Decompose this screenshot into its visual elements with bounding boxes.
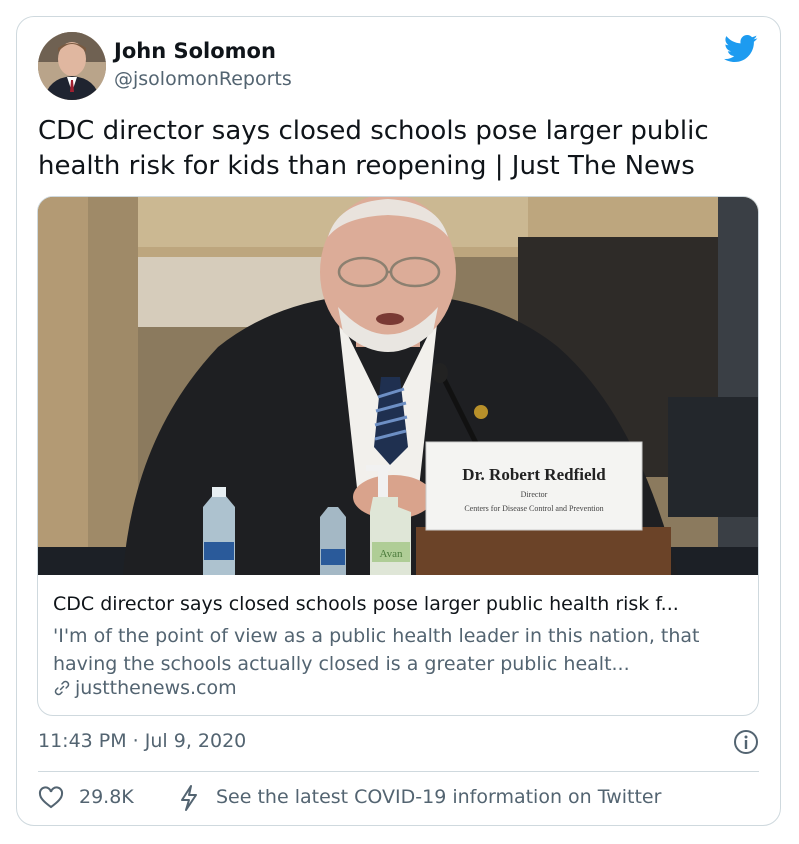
heart-icon[interactable] (38, 786, 64, 810)
link-description: 'I'm of the point of view as a public he… (53, 625, 700, 675)
tweet-text: CDC director says closed schools pose la… (38, 116, 709, 181)
link-title[interactable]: CDC director says closed schools pose la… (53, 593, 679, 615)
link-domain[interactable]: justthenews.com (53, 677, 237, 699)
nameplate-title: Director (521, 490, 548, 499)
author-avatar[interactable] (38, 32, 106, 100)
link-icon (54, 680, 70, 696)
nameplate-org: Centers for Disease Control and Preventi… (464, 504, 603, 513)
bottle-label: Avan (379, 548, 403, 560)
link-preview-card[interactable]: Dr. Robert Redfield Director Centers for… (37, 196, 759, 716)
article-image[interactable]: Dr. Robert Redfield Director Centers for… (38, 197, 759, 575)
like-count[interactable]: 29.8K (79, 786, 134, 808)
divider (38, 771, 759, 772)
tweet-timestamp[interactable]: 11:43 PM · Jul 9, 2020 (38, 730, 246, 752)
author-handle[interactable]: @jsolomonReports (114, 68, 292, 90)
info-icon[interactable] (733, 729, 759, 755)
twitter-bird-icon[interactable] (724, 34, 758, 64)
covid-info-link[interactable]: See the latest COVID-19 information on T… (216, 786, 661, 808)
nameplate-name: Dr. Robert Redfield (462, 465, 606, 484)
link-domain-text: justthenews.com (75, 677, 237, 699)
bolt-icon (181, 785, 197, 811)
author-name[interactable]: John Solomon (114, 39, 276, 63)
